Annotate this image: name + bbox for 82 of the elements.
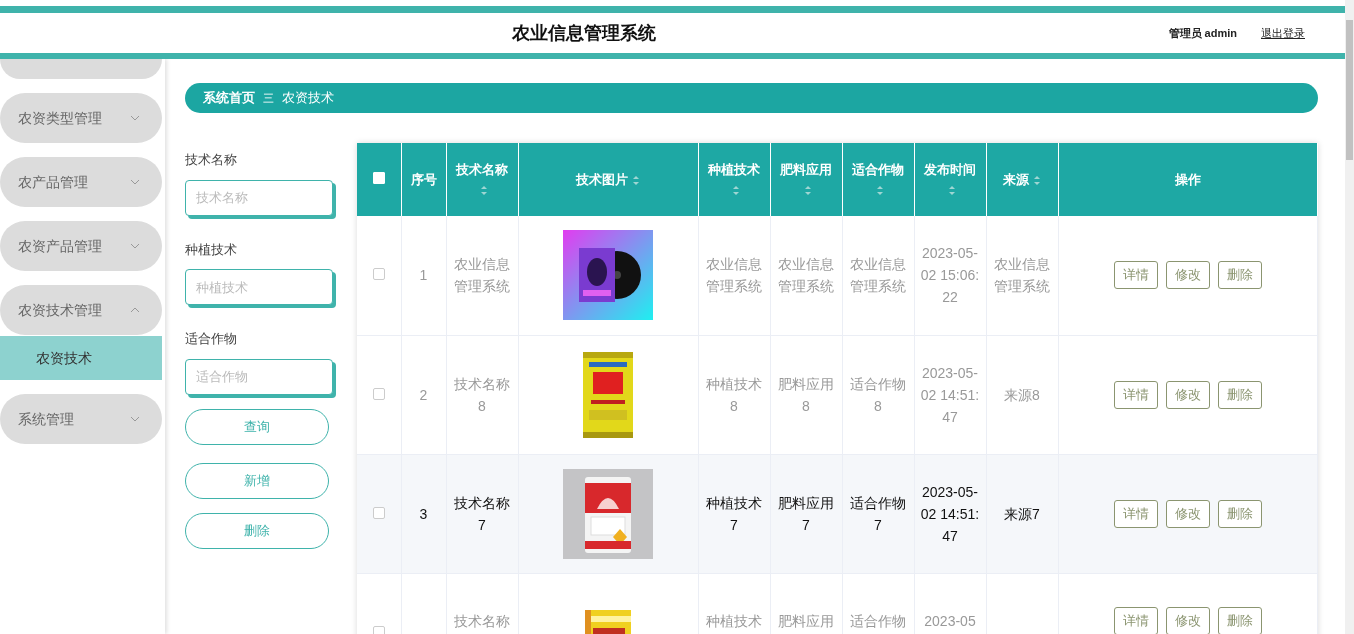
scrollbar[interactable] — [1345, 0, 1354, 634]
row-checkbox[interactable] — [372, 506, 385, 519]
column-header[interactable]: 技术名称 — [456, 162, 508, 177]
sidebar-item[interactable]: 系统管理 — [0, 394, 162, 444]
menu-pill[interactable] — [0, 59, 162, 79]
sort-icon — [632, 174, 640, 186]
details-button[interactable]: 详情 — [1113, 499, 1158, 528]
search-field[interactable]: 技术名称 — [185, 179, 333, 216]
table-cell: 种植技术8 — [706, 375, 762, 414]
table-cell: 种植技术 — [706, 612, 762, 629]
delete-button[interactable]: 删除 — [185, 512, 329, 549]
delete-button[interactable]: 删除 — [1217, 261, 1262, 290]
delete-button[interactable]: 删除 — [1217, 499, 1262, 528]
sort-icon — [876, 184, 884, 196]
column-header[interactable]: 技术图片 — [576, 171, 628, 187]
search-field[interactable]: 种植技术 — [185, 269, 333, 305]
table-cell: 2 — [419, 386, 428, 403]
table-cell: 农业信息管理系统 — [778, 256, 834, 295]
column-header[interactable]: 序号 — [410, 171, 437, 187]
breadcrumb-separator: 三 — [263, 90, 274, 106]
table-cell: 农业信息管理系统 — [706, 256, 762, 295]
table-cell: 2023-05 — [924, 612, 976, 629]
details-button[interactable]: 详情 — [1113, 380, 1158, 409]
breadcrumb-current: 农资技术 — [282, 89, 334, 108]
table-cell: 2023-05-02 15:06:22 — [920, 245, 980, 306]
table-cell: 农业信息管理系统 — [454, 256, 510, 295]
query-button[interactable]: 查询 — [185, 408, 329, 445]
search-field[interactable]: 适合作物 — [185, 358, 333, 395]
sidebar-item[interactable]: 农资产品管理 — [0, 221, 162, 271]
edit-button[interactable]: 修改 — [1165, 261, 1210, 290]
table-cell: 肥料应用8 — [778, 375, 834, 414]
app-title: 农业信息管理系统 — [512, 22, 657, 43]
table-cell: 技术名称8 — [454, 375, 510, 414]
sidebar-item[interactable]: 农产品管理 — [0, 157, 162, 207]
column-header[interactable]: 种植技术 — [708, 162, 760, 177]
field-label: 技术名称 — [185, 151, 238, 169]
table-cell: 技术名称7 — [454, 494, 510, 533]
logout-link[interactable]: 退出登录 — [1261, 24, 1305, 42]
table-cell: 3 — [419, 505, 428, 522]
details-button[interactable]: 详情 — [1113, 261, 1158, 290]
table-cell: 2023-05-02 14:51:47 — [920, 483, 980, 544]
table-cell: 来源7 — [1004, 505, 1040, 522]
table-cell: 农业信息管理系统 — [850, 256, 906, 295]
table-cell: 肥料应用7 — [778, 494, 834, 533]
add-button[interactable]: 新增 — [185, 462, 329, 499]
field-label: 种植技术 — [185, 240, 238, 259]
delete-button[interactable]: 删除 — [1217, 380, 1262, 409]
column-header[interactable]: 适合作物 — [852, 162, 904, 177]
table-cell: 适合作物8 — [850, 375, 906, 414]
table-cell: 来源8 — [1004, 386, 1040, 403]
table-cell: 适合作物 — [850, 612, 906, 629]
sort-icon — [804, 184, 812, 196]
table-cell: 技术名称 — [454, 612, 510, 629]
submenu-item[interactable]: 农资技术 — [0, 336, 162, 380]
sidebar-item[interactable]: 农资技术管理 — [0, 285, 162, 335]
row-checkbox[interactable] — [372, 387, 385, 400]
sort-icon — [732, 184, 740, 196]
details-button[interactable]: 详情 — [1113, 606, 1158, 634]
sort-icon — [1033, 174, 1041, 186]
select-all-checkbox[interactable] — [372, 171, 385, 184]
sort-icon — [480, 184, 488, 196]
edit-button[interactable]: 修改 — [1165, 499, 1210, 528]
column-header[interactable]: 操作 — [1174, 171, 1201, 187]
delete-button[interactable]: 删除 — [1217, 606, 1262, 634]
user-label: 管理员 admin — [1168, 25, 1237, 41]
table-cell: 1 — [419, 267, 428, 284]
field-label: 适合作物 — [185, 330, 238, 348]
sidebar-item[interactable]: 农资类型管理 — [0, 93, 162, 143]
sort-icon — [948, 184, 956, 196]
column-header[interactable]: 发布时间 — [924, 162, 976, 177]
row-checkbox[interactable] — [372, 268, 385, 281]
edit-button[interactable]: 修改 — [1165, 606, 1210, 634]
table-cell: 2023-05-02 14:51:47 — [920, 364, 980, 425]
edit-button[interactable]: 修改 — [1165, 380, 1210, 409]
table-cell: 适合作物7 — [850, 494, 906, 533]
table-cell: 种植技术7 — [706, 494, 762, 533]
column-header[interactable]: 肥料应用 — [780, 162, 832, 177]
table-cell: 农业信息管理系统 — [994, 256, 1050, 295]
breadcrumb-home[interactable]: 系统首页 — [203, 88, 255, 108]
row-checkbox[interactable] — [372, 625, 385, 634]
table-cell: 肥料应用 — [778, 612, 834, 629]
column-header[interactable]: 来源 — [1003, 171, 1029, 187]
